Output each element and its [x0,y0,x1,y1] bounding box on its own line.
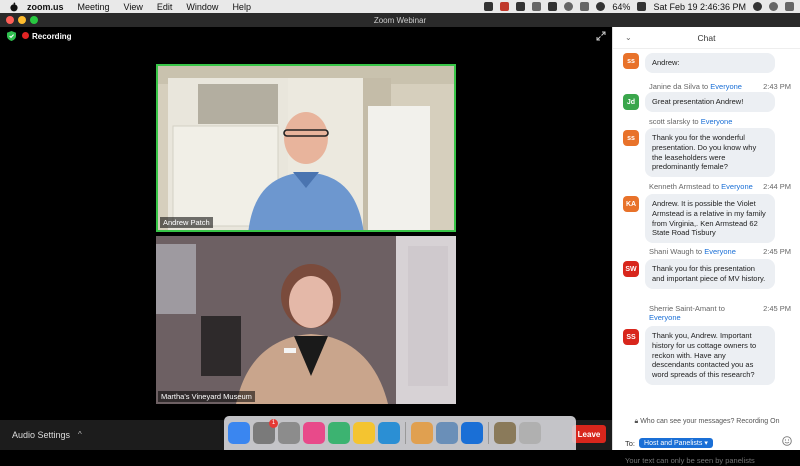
minimize-window-icon[interactable] [18,16,26,24]
avatar: ss [623,53,639,69]
recipient-everyone[interactable]: Everyone [721,182,753,191]
message-bubble[interactable]: Thank you, Andrew. Important history for… [645,326,775,385]
expand-icon[interactable] [596,31,606,41]
message-bubble[interactable]: Thank you for the wonderful presentation… [645,128,775,177]
recipient-everyone[interactable]: Everyone [649,313,681,322]
photos-icon[interactable] [411,422,433,444]
zoom-window-icon[interactable] [30,16,38,24]
notification-badge: 1 [269,419,278,428]
dock: 1 [224,416,576,450]
status-icon[interactable] [500,2,510,11]
window-controls [6,16,38,24]
recipient-row: To: Host and Panelists ▾ [625,438,713,448]
privacy-notice[interactable]: 🔒︎ Who can see your messages? Recording … [613,418,800,426]
search-icon[interactable] [769,2,778,11]
window-title: Zoom Webinar [373,15,427,25]
participant-name: Martha's Vineyard Museum [158,391,255,402]
battery-icon[interactable] [637,2,647,11]
image-thumbnail-icon[interactable] [494,422,516,444]
to-label: To: [625,438,636,448]
message-sender: Sherrie Saint-Amant to Everyone [649,304,725,322]
message-bubble[interactable]: Andrew. It is possible the Violet Armste… [645,194,775,243]
message-time: 2:44 PM [763,182,791,191]
recording-label: Recording [32,31,72,41]
status-icon[interactable] [532,2,542,11]
lock-icon: 🔒︎ [634,418,639,425]
menu-window[interactable]: Window [186,2,218,12]
trash-icon[interactable] [519,422,541,444]
message-time: 2:45 PM [763,247,791,256]
recipient-everyone[interactable]: Everyone [704,247,736,256]
recipient-everyone[interactable]: Everyone [710,82,742,91]
avatar: KA [623,196,639,212]
music-icon[interactable] [303,422,325,444]
close-window-icon[interactable] [6,16,14,24]
speaker-video-feed [158,66,454,230]
avatar: Jd [623,94,639,110]
participant-name: Andrew Patch [160,217,213,228]
status-icon[interactable] [516,2,526,11]
apple-icon[interactable] [9,2,19,12]
message-bubble[interactable]: Andrew: [645,53,775,73]
menu-view[interactable]: View [124,2,143,12]
avatar: SW [623,261,639,277]
message-time: 2:43 PM [763,82,791,91]
recipient-select[interactable]: Host and Panelists ▾ [639,438,713,448]
menu-meeting[interactable]: Meeting [78,2,110,12]
video-tile-participant[interactable]: Martha's Vineyard Museum [156,236,456,404]
status-icon[interactable] [548,2,558,11]
message-time: 2:45 PM [763,304,791,313]
dock-separator [405,422,406,444]
menu-edit[interactable]: Edit [157,2,173,12]
chat-input[interactable] [625,454,793,466]
finder-icon[interactable] [228,422,250,444]
message-bubble[interactable]: Thank you for this presentation and impo… [645,259,775,289]
chrome-icon[interactable] [328,422,350,444]
audio-settings-button[interactable]: Audio Settings [12,430,70,440]
message-sender: scott slarsky to Everyone [649,117,733,126]
message-bubble[interactable]: Great presentation Andrew! [645,92,775,112]
wifi-icon[interactable] [596,2,606,11]
avatar: ss [623,130,639,146]
video-area: Recording Andrew Patch Martha's Vineyard… [0,27,612,420]
chat-header: ⌄ Chat [613,27,800,49]
avatar: SS [623,329,639,345]
chat-panel: ⌄ Chat ss Andrew: Janine da Silva to Every… [612,27,800,466]
message-sender: Janine da Silva to Everyone [649,82,742,91]
time-machine-icon[interactable] [564,2,574,11]
leave-button[interactable]: Leave [572,425,606,443]
menu-bar: zoom.us Meeting View Edit Window Help 64… [0,0,800,13]
recipient-everyone[interactable]: Everyone [701,117,733,126]
video-tile-speaker[interactable]: Andrew Patch [156,64,456,232]
collapse-chevron-icon[interactable]: ⌄ [625,33,632,42]
system-preferences-icon[interactable]: 1 [253,419,278,444]
message-sender: Shani Waugh to Everyone [649,247,736,256]
network-icon[interactable] [378,422,400,444]
clock[interactable]: Sat Feb 19 2:46:36 PM [653,2,746,12]
participant-video-feed [156,236,456,404]
status-icon[interactable] [484,2,494,11]
app-menu[interactable]: zoom.us [27,2,64,12]
chat-messages[interactable]: ss Andrew: Janine da Silva to Everyone 2:43… [613,51,800,411]
window-titlebar: Zoom Webinar [0,13,800,27]
emoji-icon[interactable] [782,436,792,446]
bluetooth-icon[interactable] [580,2,590,11]
dock-separator [488,422,489,444]
automator-icon[interactable] [278,422,300,444]
user-icon[interactable] [753,2,762,11]
menu-bar-status: 64% Sat Feb 19 2:46:36 PM [484,0,794,13]
recording-indicator: Recording [7,31,72,41]
message-sender: Kenneth Armstead to Everyone [649,182,753,191]
audio-options-caret-icon[interactable]: ^ [78,430,82,439]
zoom-app-icon[interactable] [461,422,483,444]
shield-icon[interactable] [7,31,16,41]
control-center-icon[interactable] [785,2,794,11]
recording-dot-icon [22,31,29,39]
chat-title: Chat [697,32,716,43]
battery-percent: 64% [612,1,631,12]
preview-icon[interactable] [436,422,458,444]
privacy-text: Who can see your messages? Recording On [640,418,780,425]
notes-icon[interactable] [353,422,375,444]
menu-help[interactable]: Help [232,2,251,12]
